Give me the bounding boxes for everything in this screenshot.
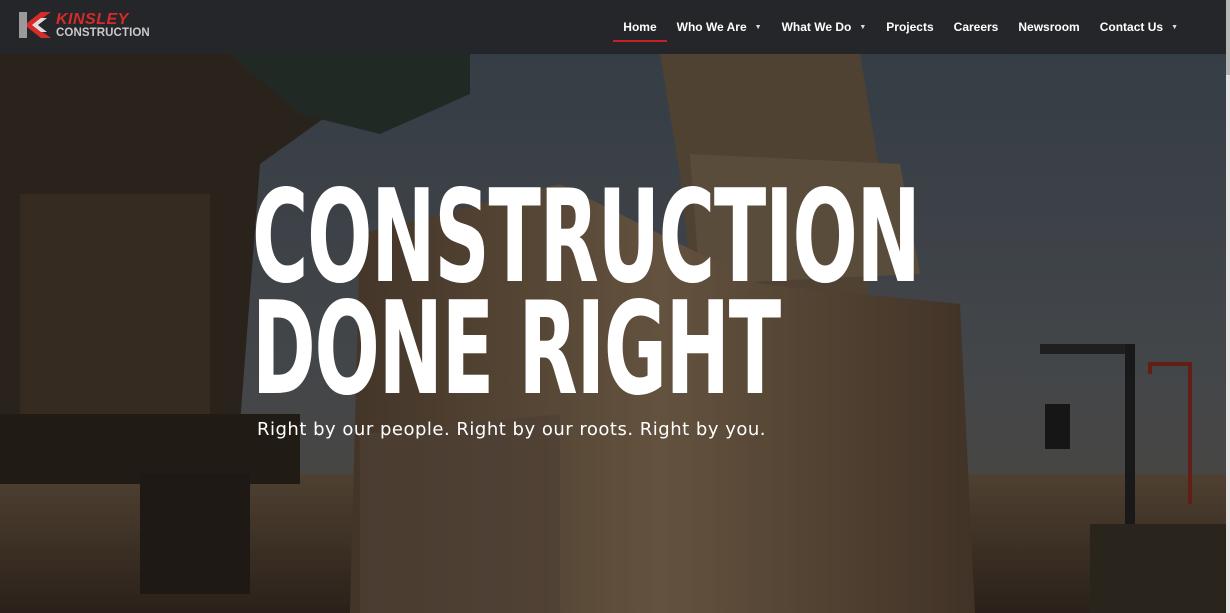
- nav-newsroom-label: Newsroom: [1018, 20, 1080, 34]
- nav-what-we-do-label: What We Do: [781, 20, 852, 34]
- nav-careers[interactable]: Careers: [944, 0, 1009, 54]
- nav-contact-us-label: Contact Us: [1099, 20, 1164, 34]
- nav-home[interactable]: Home: [613, 0, 667, 54]
- nav-who-we-are[interactable]: Who We Are ▼: [667, 0, 772, 54]
- nav-careers-label: Careers: [953, 20, 999, 34]
- main-nav: Home Who We Are ▼ What We Do ▼ Projects …: [613, 0, 1188, 54]
- site-header: KINSLEY CONSTRUCTION Home Who We Are ▼ W…: [0, 0, 1226, 54]
- caret-down-icon: ▼: [859, 23, 867, 31]
- kinsley-k-icon: [19, 12, 51, 38]
- hero-headline-line2: DONE RIGHT: [252, 275, 781, 424]
- nav-what-we-do[interactable]: What We Do ▼: [772, 0, 877, 54]
- logo-wordmark: KINSLEY: [56, 11, 129, 28]
- logo-tagline: CONSTRUCTION: [56, 27, 150, 39]
- nav-projects-label: Projects: [886, 20, 934, 34]
- nav-projects[interactable]: Projects: [876, 0, 943, 54]
- nav-contact-us[interactable]: Contact Us ▼: [1090, 0, 1188, 54]
- caret-down-icon: ▼: [1171, 23, 1178, 31]
- nav-newsroom[interactable]: Newsroom: [1008, 0, 1089, 54]
- scrollbar-thumb[interactable]: [1226, 0, 1230, 75]
- caret-down-icon: ▼: [754, 23, 762, 31]
- hero-headline: CONSTRUCTION DONE RIGHT: [252, 174, 921, 414]
- page-scrollbar[interactable]: [1226, 0, 1230, 613]
- logo[interactable]: KINSLEY CONSTRUCTION: [19, 11, 150, 40]
- hero-subheadline: Right by our people. Right by our roots.…: [257, 419, 767, 440]
- nav-home-label: Home: [623, 20, 657, 34]
- nav-who-we-are-label: Who We Are: [676, 20, 747, 34]
- hero-section: CONSTRUCTION DONE RIGHT Right by our peo…: [0, 54, 1226, 613]
